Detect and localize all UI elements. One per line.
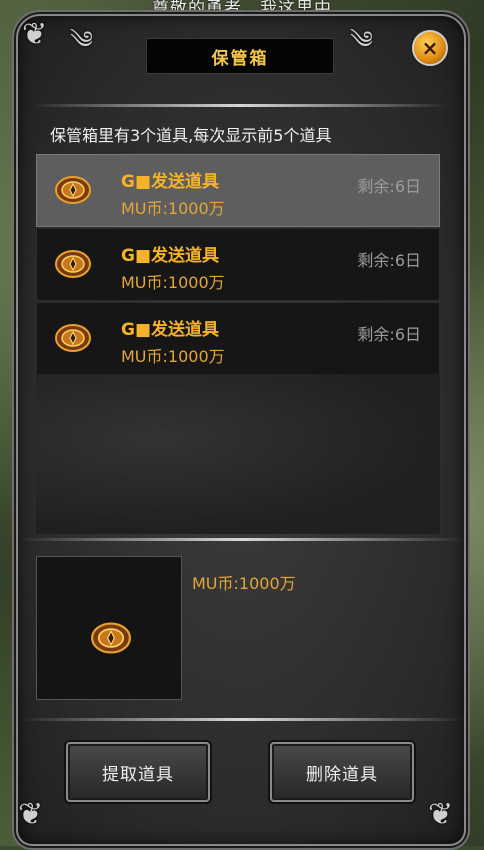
preview-price: MU币:1000万	[192, 574, 296, 593]
item-preview-slot[interactable]	[36, 556, 182, 700]
item-price: MU币:1000万	[121, 199, 225, 218]
item-row[interactable]: G■发送道具 MU币:1000万 剩余:6日	[36, 302, 440, 375]
empty-list-area	[36, 374, 440, 534]
item-name: G■发送道具	[121, 320, 220, 340]
item-name: G■发送道具	[121, 172, 220, 192]
divider	[20, 538, 464, 541]
corner-ornament-icon: ❦	[428, 797, 454, 832]
round-amulet-icon	[55, 176, 91, 204]
item-price: MU币:1000万	[121, 273, 225, 292]
scroll-ornament-icon: ༄	[350, 26, 373, 54]
title-bar: 保管箱	[146, 38, 334, 74]
round-amulet-icon	[55, 324, 91, 352]
item-remaining-time: 剩余:6日	[357, 177, 421, 196]
item-row[interactable]: G■发送道具 MU币:1000万 剩余:6日	[36, 154, 440, 227]
corner-ornament-icon: ❦	[22, 17, 48, 52]
item-row[interactable]: G■发送道具 MU币:1000万 剩余:6日	[36, 228, 440, 301]
corner-ornament-icon: ❦	[18, 797, 44, 832]
close-icon: ×	[421, 36, 439, 60]
divider	[20, 718, 464, 721]
scroll-ornament-icon: ༄	[70, 26, 93, 54]
item-name: G■发送道具	[121, 246, 220, 266]
window-title: 保管箱	[211, 48, 269, 69]
round-amulet-icon	[91, 622, 131, 654]
item-remaining-time: 剩余:6日	[357, 251, 421, 270]
close-button[interactable]: ×	[412, 30, 448, 66]
round-amulet-icon	[55, 250, 91, 278]
item-list: G■发送道具 MU币:1000万 剩余:6日 G■发送道具 MU币:1000万 …	[36, 154, 440, 375]
item-price: MU币:1000万	[121, 347, 225, 366]
divider	[30, 104, 450, 107]
item-remaining-time: 剩余:6日	[357, 325, 421, 344]
retrieve-item-button[interactable]: 提取道具	[66, 742, 210, 802]
delete-item-button[interactable]: 删除道具	[270, 742, 414, 802]
storage-info-text: 保管箱里有3个道具,每次显示前5个道具	[50, 126, 332, 145]
